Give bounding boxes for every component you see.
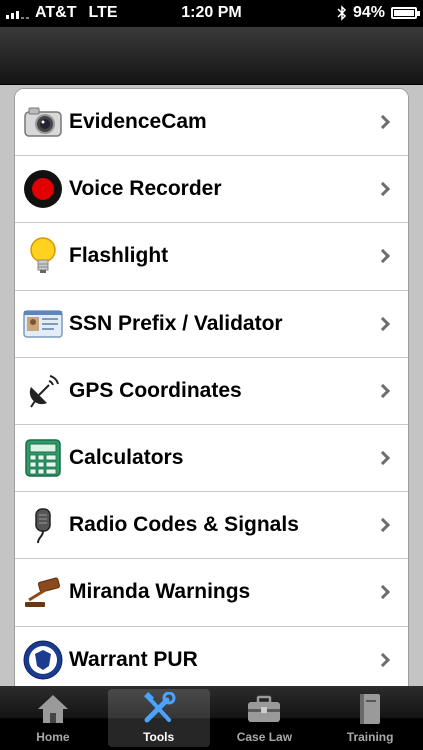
tool-label: GPS Coordinates — [69, 378, 242, 402]
briefcase-icon — [244, 691, 284, 727]
tab-training[interactable]: Training — [319, 689, 421, 747]
navigation-bar — [0, 27, 423, 85]
tool-row-gps-coordinates[interactable]: GPS Coordinates — [15, 357, 408, 425]
home-icon — [33, 691, 73, 727]
chevron-right-icon — [375, 450, 391, 466]
tab-label: Home — [36, 730, 70, 744]
battery-icon — [391, 7, 420, 19]
tool-label: Flashlight — [69, 244, 169, 268]
book-icon — [350, 691, 390, 727]
tool-row-calculators[interactable]: Calculators — [15, 424, 408, 493]
tab-bar: Home Tools Case Law Training — [0, 686, 423, 750]
chevron-right-icon — [375, 182, 391, 197]
chevron-right-icon — [375, 316, 391, 331]
police-badge-icon — [23, 640, 63, 680]
battery-fill — [394, 10, 414, 16]
battery-percent: 94% — [352, 4, 385, 21]
tools-icon — [139, 691, 179, 727]
tab-label: Case Law — [236, 730, 293, 744]
camera-icon — [23, 102, 63, 142]
tab-tools[interactable]: Tools — [107, 689, 210, 747]
tool-label: Miranda Warnings — [69, 580, 251, 604]
tool-label: Voice Recorder — [69, 177, 222, 201]
tool-row-evidencecam[interactable]: EvidenceCam — [15, 89, 408, 157]
tab-case-law[interactable]: Case Law — [214, 689, 316, 747]
tool-row-flashlight[interactable]: Flashlight — [15, 223, 408, 291]
tab-label: Training — [346, 730, 394, 744]
status-right: 94% — [337, 4, 420, 22]
chevron-right-icon — [375, 249, 391, 264]
tool-row-ssn-validator[interactable]: SSN Prefix / Validator — [15, 290, 408, 358]
chevron-right-icon — [375, 518, 391, 533]
tool-label: Radio Codes & Signals — [69, 513, 299, 537]
tools-list: EvidenceCam Voice Recorder Flashlight SS… — [14, 88, 409, 686]
lightbulb-icon — [23, 236, 63, 276]
chevron-right-icon — [375, 115, 391, 130]
tool-row-voice-recorder[interactable]: Voice Recorder — [15, 156, 408, 224]
bluetooth-icon — [337, 5, 347, 21]
radio-mic-icon — [23, 505, 63, 545]
chevron-right-icon — [375, 383, 391, 398]
record-icon — [23, 169, 63, 209]
tools-content: EvidenceCam Voice Recorder Flashlight SS… — [0, 85, 423, 686]
tool-row-warrant-pur[interactable]: Warrant PUR — [15, 626, 408, 686]
tool-label: Calculators — [69, 446, 184, 470]
tool-row-radio-codes[interactable]: Radio Codes & Signals — [15, 492, 408, 560]
tool-row-miranda-warnings[interactable]: Miranda Warnings — [15, 559, 408, 627]
chevron-right-icon — [375, 653, 391, 668]
tool-label: EvidenceCam — [69, 110, 207, 134]
id-card-icon — [23, 304, 63, 344]
tool-label: Warrant PUR — [69, 648, 198, 672]
tab-label: Tools — [143, 730, 175, 744]
calculator-icon — [23, 438, 63, 478]
satellite-dish-icon — [23, 371, 63, 411]
chevron-right-icon — [375, 585, 391, 600]
gavel-icon — [23, 572, 63, 612]
tab-home[interactable]: Home — [2, 689, 104, 747]
status-bar: AT&T LTE 1:20 PM 94% — [0, 0, 423, 27]
tool-label: SSN Prefix / Validator — [69, 311, 283, 335]
